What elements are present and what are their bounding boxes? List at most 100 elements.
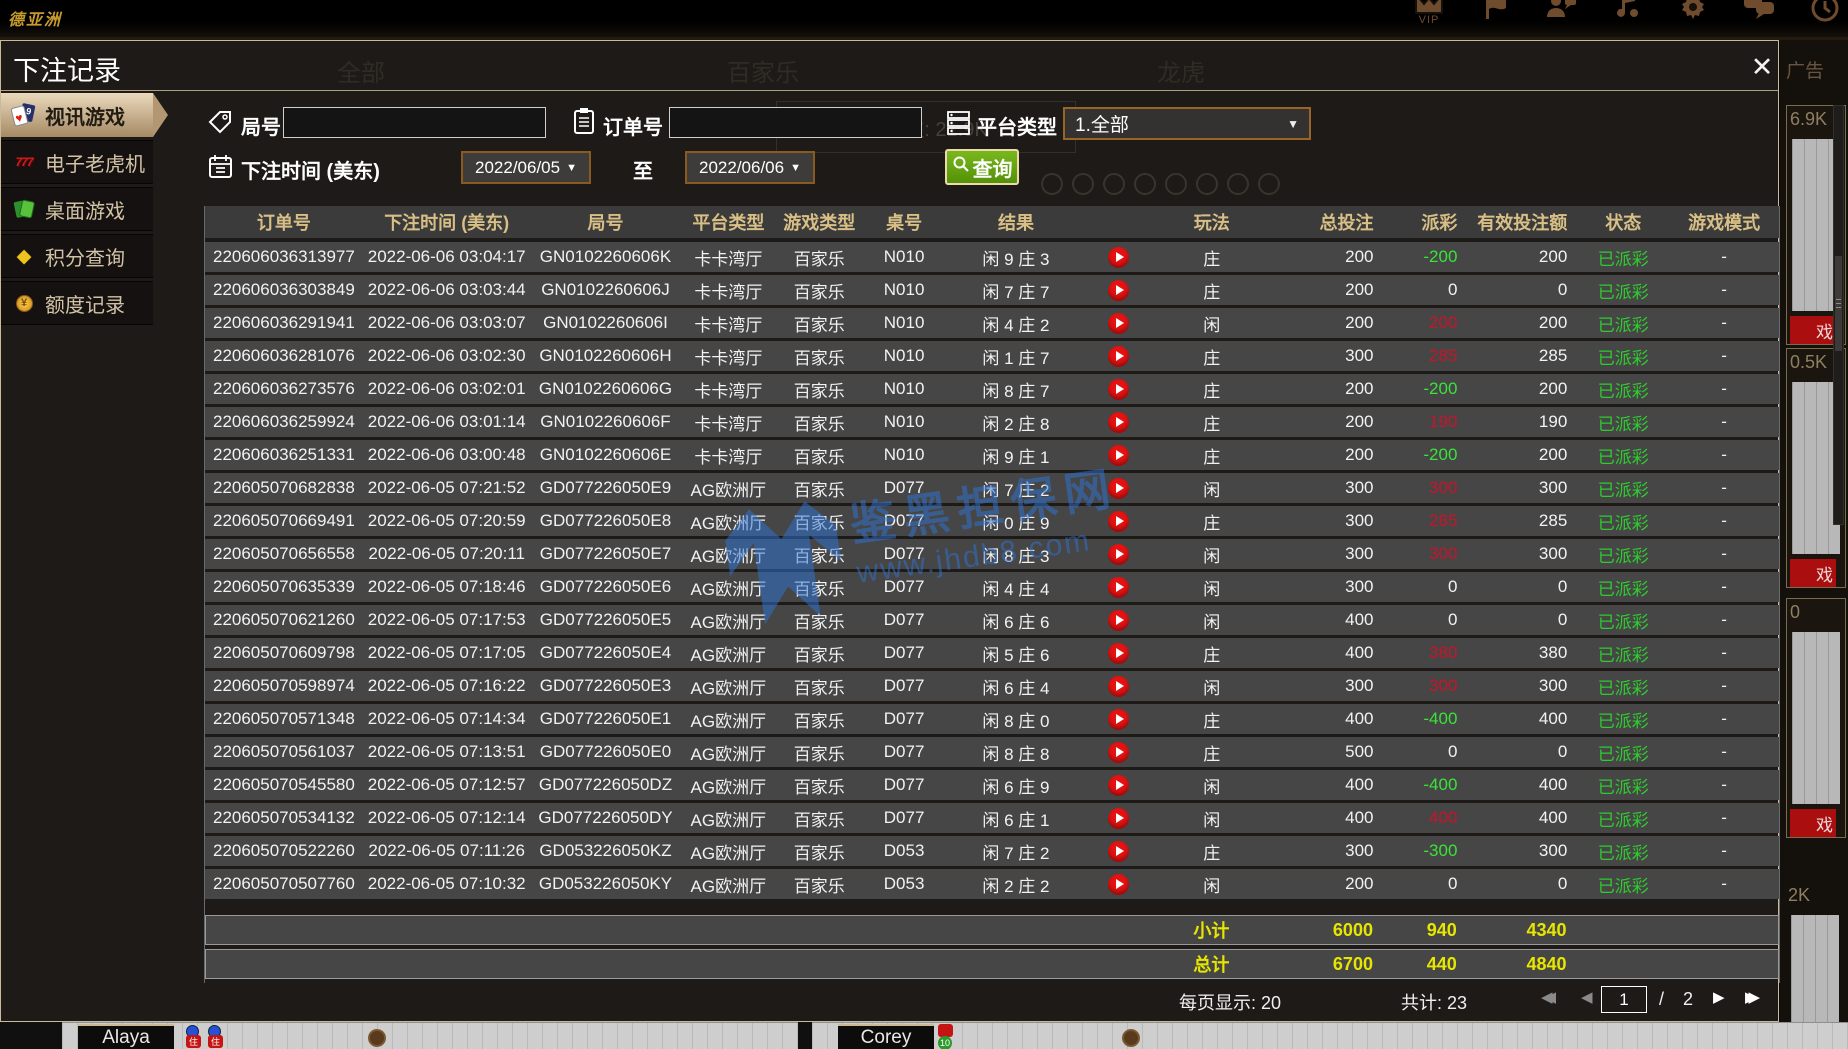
play-video-icon[interactable] [1108, 840, 1130, 862]
column-header: 订单号 [256, 213, 311, 233]
scrollbar-thumb[interactable] [1835, 256, 1842, 351]
summary-cell [531, 950, 681, 978]
summary-cell: 6000 [1332, 919, 1373, 940]
table-cell: GD053226050KY [538, 874, 673, 893]
clipboard-icon [571, 107, 597, 140]
total-count-label: 共计: 23 [1401, 993, 1468, 1013]
table-cell: 2022-06-05 07:13:51 [367, 742, 526, 761]
table-cell: 2022-06-06 03:04:17 [367, 247, 526, 266]
table-cell: - [1721, 775, 1727, 794]
platform-type-select[interactable]: 1.全部 ▼ [1063, 107, 1311, 140]
page-number-input[interactable]: 1 [1601, 986, 1647, 1013]
play-video-icon[interactable] [1108, 741, 1130, 763]
play-video-icon[interactable] [1108, 510, 1130, 532]
play-video-icon[interactable] [1108, 411, 1130, 433]
table-cell: 200 [1538, 313, 1568, 332]
top-icon-row: VIP [1410, 0, 1844, 26]
table-cell: -400 [1423, 775, 1458, 794]
table-cell: 300 [1538, 478, 1568, 497]
lobby-scrollbar[interactable] [1833, 105, 1844, 525]
sidebar-item-live-games[interactable]: 9 ♥ 视讯游戏 [1, 93, 168, 137]
ghost-road-pills [1041, 173, 1280, 195]
card-amount: 2K [1788, 885, 1811, 905]
play-video-icon[interactable] [1108, 708, 1130, 730]
table-cell: 百家乐 [793, 777, 845, 797]
table-cell: 300 [1345, 841, 1374, 860]
table-cell: 2022-06-05 07:21:52 [367, 478, 526, 497]
next-page-icon[interactable]: ▶ [1713, 988, 1725, 1006]
play-video-icon[interactable] [1108, 576, 1130, 598]
table-cell: - [1721, 346, 1727, 365]
play-video-icon[interactable] [1108, 279, 1130, 301]
table-cell: 已派彩 [1597, 810, 1649, 830]
table-cell: 闲 4 庄 2 [982, 315, 1050, 335]
first-page-icon[interactable]: ◀◀ [1541, 988, 1565, 1006]
table-cell: 200 [1345, 412, 1374, 431]
play-video-icon[interactable] [1108, 246, 1130, 268]
play-video-icon[interactable] [1108, 477, 1130, 499]
play-video-icon[interactable] [1108, 444, 1130, 466]
table-cell: 百家乐 [793, 282, 845, 302]
round-number-input[interactable] [283, 107, 546, 138]
table-cell: 300 [1345, 511, 1374, 530]
music-icon[interactable] [1608, 0, 1646, 21]
table-cell: 百家乐 [793, 414, 845, 434]
play-video-icon[interactable] [1108, 774, 1130, 796]
query-button-label: 查询 [972, 158, 1013, 181]
play-video-icon[interactable] [1108, 543, 1130, 565]
column-header: 状态 [1605, 213, 1642, 233]
play-video-icon[interactable] [1108, 312, 1130, 334]
table-cell: 庄 [1203, 744, 1221, 764]
play-video-icon[interactable] [1108, 642, 1130, 664]
table-cell: 百家乐 [793, 513, 845, 533]
summary-cell [1086, 916, 1152, 944]
sidebar-item-quota[interactable]: ¥ 额度记录 [1, 281, 153, 325]
table-cell: AG欧洲厅 [690, 711, 767, 731]
sidebar-item-slots[interactable]: 777 电子老虎机 [1, 140, 153, 184]
date-to-picker[interactable]: 2022/06/06 ▼ [685, 151, 815, 184]
play-video-icon[interactable] [1108, 807, 1130, 829]
summary-cell [1668, 916, 1778, 944]
table-cell: 0 [1557, 742, 1568, 761]
sidebar-item-table-games[interactable]: 桌面游戏 [1, 187, 153, 231]
sidebar-item-points[interactable]: ◆ 积分查询 [1, 234, 153, 278]
card-amount: 0.5K [1790, 352, 1828, 372]
summary-cell [777, 950, 863, 978]
table-cell: 已派彩 [1597, 579, 1649, 599]
query-button[interactable]: 查询 [945, 149, 1019, 185]
prev-page-icon[interactable]: ◀ [1581, 988, 1593, 1006]
table-cell: 卡卡湾厅 [694, 315, 763, 335]
table-cell: 300 [1345, 544, 1374, 563]
table-cell: - [1721, 874, 1727, 893]
table-cell: 300 [1345, 577, 1374, 596]
column-header: 结果 [997, 213, 1034, 233]
play-video-icon[interactable] [1108, 873, 1130, 895]
play-video-icon[interactable] [1108, 675, 1130, 697]
close-icon[interactable]: ✕ [1745, 51, 1779, 83]
table-cell: 0 [1557, 577, 1568, 596]
bet-time-label: 下注时间 (美东) [241, 161, 380, 183]
play-video-icon[interactable] [1108, 609, 1130, 631]
customer-service-icon[interactable] [1542, 0, 1580, 21]
table-cell: 闲 [1203, 315, 1221, 335]
date-from-picker[interactable]: 2022/06/05 ▼ [461, 151, 591, 184]
result-video-cell [1086, 341, 1152, 371]
chat-icon[interactable] [1740, 0, 1778, 21]
enter-game-button: 戏 [1790, 809, 1836, 837]
clock-icon[interactable] [1806, 0, 1844, 23]
order-number-input[interactable] [669, 107, 922, 138]
gear-icon[interactable] [1674, 0, 1712, 21]
table-cell: 2022-06-05 07:12:14 [367, 808, 526, 827]
play-video-icon[interactable] [1108, 378, 1130, 400]
last-page-icon[interactable]: ▶▶ [1745, 988, 1769, 1006]
flag-icon[interactable] [1476, 0, 1514, 21]
table-summary-row: 总计 6700 440 4840 [205, 949, 1779, 979]
play-video-icon[interactable] [1108, 345, 1130, 367]
table-cell: 庄 [1203, 843, 1221, 863]
top-bar: 德亚洲 VIP [0, 0, 1848, 40]
vip-icon[interactable]: VIP [1410, 0, 1448, 26]
result-video-cell [1086, 440, 1152, 470]
lobby-game-card: 0 戏 [1786, 598, 1846, 838]
table-header-row: 订单号 下注时间 (美东) 局号 平台类型 游戏类型 桌号 结果 玩法 总投注 派彩 有效投注额 状态… [205, 206, 1779, 238]
table-cell: 已派彩 [1597, 447, 1649, 467]
